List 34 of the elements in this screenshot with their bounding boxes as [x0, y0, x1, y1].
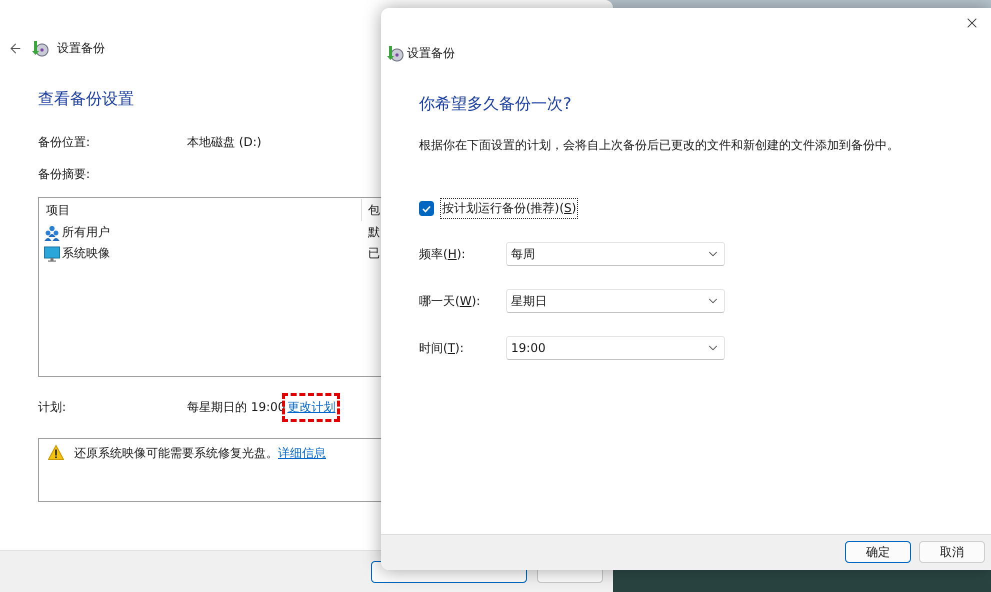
backup-icon: [31, 39, 49, 57]
location-value: 本地磁盘 (D:): [187, 134, 262, 150]
dropdown-field[interactable]: 19:00: [506, 336, 725, 360]
checkbox-label[interactable]: 按计划运行备份(推荐)(S): [440, 198, 578, 219]
warning-icon: [48, 445, 64, 460]
dialog-title: 设置备份: [407, 44, 455, 62]
dropdown-field[interactable]: 每周: [506, 242, 725, 266]
field-label: 哪一天(W):: [419, 292, 482, 310]
schedule-label: 计划:: [38, 398, 68, 416]
change-schedule-link[interactable]: 更改计划: [282, 392, 340, 422]
details-link[interactable]: 详细信息: [278, 446, 326, 460]
summary-label: 备份摘要:: [38, 166, 92, 182]
window-title: 设置备份: [57, 40, 105, 56]
warning-text: 还原系统映像可能需要系统修复光盘。详细信息: [74, 445, 326, 462]
ok-button[interactable]: 确定: [845, 541, 911, 563]
field-label: 频率(H):: [419, 246, 466, 262]
table-cell: 系统映像: [62, 245, 110, 262]
back-icon[interactable]: [8, 40, 23, 56]
dropdown-field[interactable]: 星期日: [506, 289, 725, 313]
table-cell: 默: [368, 224, 380, 241]
page-heading: 查看备份设置: [38, 89, 134, 110]
checkmark-icon: [422, 204, 431, 212]
table-cell: 所有用户: [62, 224, 110, 241]
backup-icon: [386, 44, 404, 62]
field-label: 时间(T):: [419, 340, 465, 356]
monitor-icon: [44, 246, 60, 262]
location-label: 备份位置:: [38, 134, 92, 150]
table-cell: 已: [368, 245, 380, 262]
schedule-checkbox[interactable]: [419, 201, 434, 216]
dialog-heading: 你希望多久备份一次?: [419, 94, 572, 115]
description-text: 根据你在下面设置的计划，会将自上次备份后已更改的文件和新创建的文件添加到备份中。: [419, 137, 900, 154]
column-header: 项目: [45, 202, 71, 218]
cancel-button[interactable]: 取消: [919, 541, 985, 563]
users-icon: [44, 224, 60, 240]
